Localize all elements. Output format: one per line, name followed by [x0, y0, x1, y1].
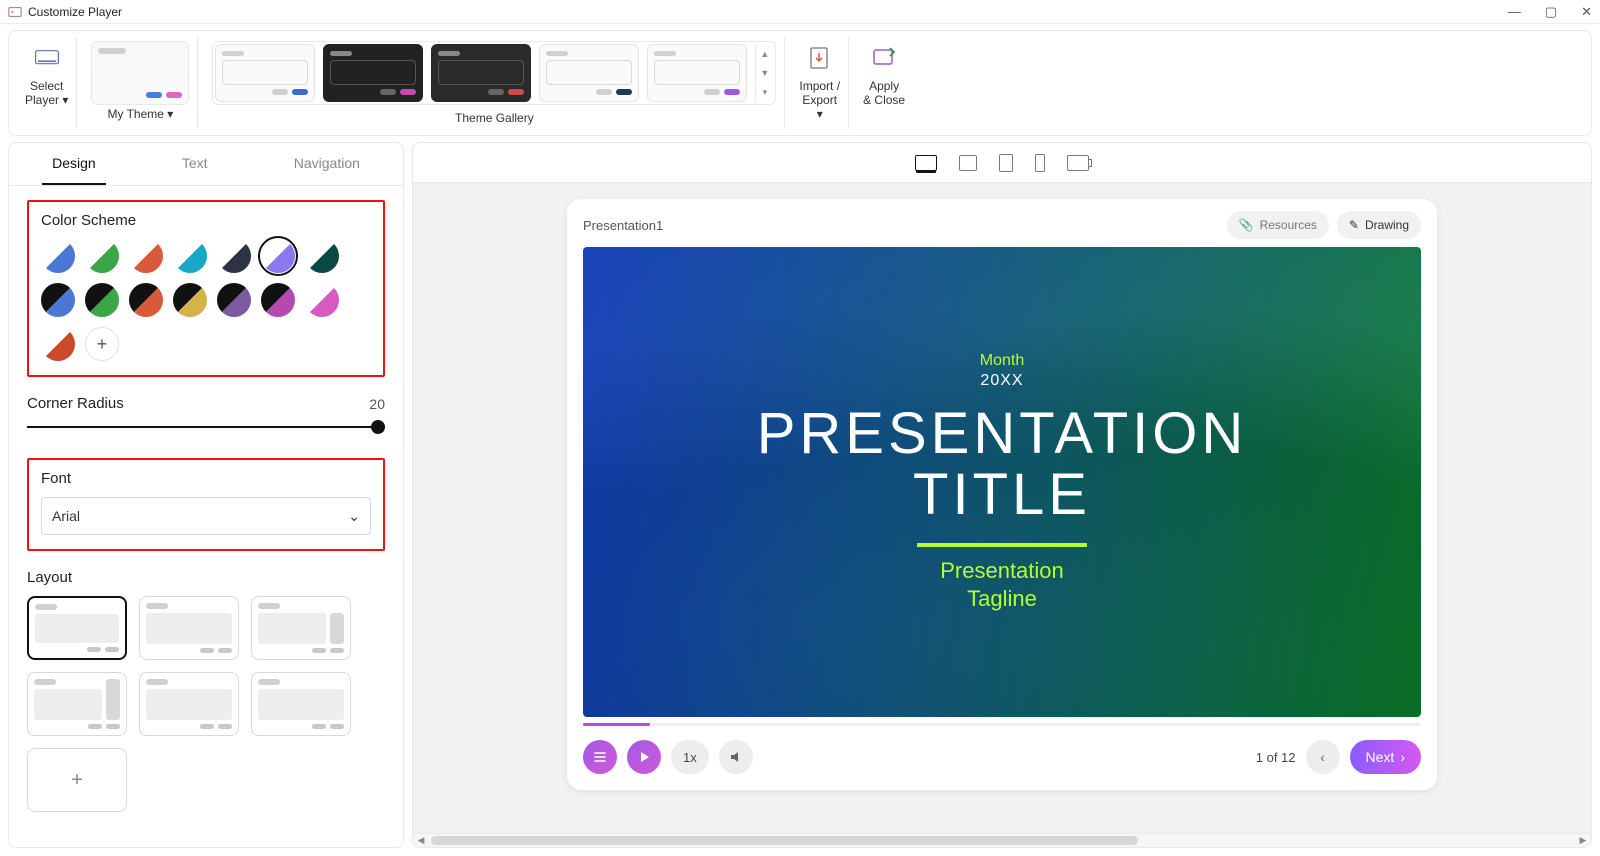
- layout-option[interactable]: [251, 596, 351, 660]
- slide-year: 20XX: [980, 372, 1023, 390]
- pencil-icon: ✎: [1349, 218, 1359, 232]
- add-swatch-button[interactable]: +: [85, 327, 119, 361]
- preview-hscrollbar[interactable]: ◀ ▶: [413, 833, 1591, 847]
- player-icon: [30, 41, 64, 75]
- drawing-button[interactable]: ✎ Drawing: [1337, 211, 1421, 239]
- theme-thumb[interactable]: [215, 44, 315, 102]
- layout-label: Layout: [27, 569, 385, 586]
- theme-gallery: ▲ ▼ ▾ Theme Gallery: [204, 37, 785, 129]
- layout-option[interactable]: [27, 596, 127, 660]
- font-section: Font Arial ⌄: [27, 458, 385, 551]
- corner-radius-label: Corner Radius: [27, 395, 124, 412]
- color-swatch[interactable]: [173, 239, 207, 273]
- speed-button[interactable]: 1x: [671, 740, 709, 774]
- project-title: Presentation1: [583, 218, 663, 233]
- tab-text[interactable]: Text: [172, 143, 218, 185]
- font-label: Font: [41, 470, 371, 487]
- color-swatch[interactable]: [41, 239, 75, 273]
- layout-option[interactable]: [139, 596, 239, 660]
- gallery-scroll-down[interactable]: ▼: [756, 63, 773, 82]
- color-scheme-title: Color Scheme: [41, 212, 371, 229]
- next-button[interactable]: Next›: [1350, 740, 1421, 774]
- gallery-scroll-up[interactable]: ▲: [756, 44, 773, 63]
- device-tablet-portrait[interactable]: [999, 154, 1013, 172]
- import-export-button[interactable]: Import /Export▾: [791, 37, 849, 129]
- color-swatch[interactable]: [85, 283, 119, 317]
- player-preview: Presentation1 📎 Resources ✎ Drawing Mont…: [567, 199, 1437, 790]
- device-tablet-landscape[interactable]: [959, 155, 977, 171]
- chevron-right-icon: ›: [1400, 749, 1405, 765]
- titlebar: Customize Player — ▢ ✕: [0, 0, 1600, 24]
- chevron-down-icon: ⌄: [348, 508, 360, 525]
- tab-design[interactable]: Design: [42, 143, 106, 185]
- page-counter: 1 of 12: [1256, 750, 1296, 765]
- color-swatch[interactable]: [41, 327, 75, 361]
- color-swatch[interactable]: [129, 283, 163, 317]
- color-swatch[interactable]: [217, 239, 251, 273]
- layout-option[interactable]: [139, 672, 239, 736]
- close-button[interactable]: ✕: [1581, 5, 1592, 18]
- gallery-expand[interactable]: ▾: [756, 83, 773, 102]
- layout-option[interactable]: [27, 672, 127, 736]
- slide-month: Month: [980, 352, 1024, 370]
- layout-option[interactable]: [251, 672, 351, 736]
- color-swatch[interactable]: [85, 239, 119, 273]
- device-phone[interactable]: [1035, 154, 1045, 172]
- slide-preview: Month 20XX PRESENTATIONTITLE Presentatio…: [583, 247, 1421, 717]
- device-desktop[interactable]: [915, 155, 937, 171]
- color-swatch[interactable]: [173, 283, 207, 317]
- preview-panel: Presentation1 📎 Resources ✎ Drawing Mont…: [412, 142, 1592, 848]
- prev-button[interactable]: ‹: [1306, 740, 1340, 774]
- panel-tabs: Design Text Navigation: [9, 143, 403, 186]
- slide-title: PRESENTATIONTITLE: [757, 404, 1248, 526]
- layout-add[interactable]: +: [27, 748, 127, 812]
- theme-thumb[interactable]: [539, 44, 639, 102]
- gallery-label: Theme Gallery: [455, 111, 534, 125]
- select-player-button[interactable]: SelectPlayer ▾: [17, 37, 77, 129]
- slide-tagline: PresentationTagline: [940, 557, 1064, 612]
- corner-radius-slider[interactable]: [27, 418, 385, 436]
- font-select[interactable]: Arial ⌄: [41, 497, 371, 535]
- theme-thumb[interactable]: [323, 44, 423, 102]
- color-scheme-section: Color Scheme +: [27, 200, 385, 377]
- apply-close-icon: [867, 41, 901, 75]
- app-icon: [8, 5, 22, 19]
- my-theme-button[interactable]: My Theme ▾: [83, 37, 198, 129]
- device-bar: [413, 143, 1591, 183]
- menu-button[interactable]: [583, 740, 617, 774]
- theme-thumb[interactable]: [647, 44, 747, 102]
- scroll-right[interactable]: ▶: [1575, 834, 1591, 847]
- device-wide[interactable]: [1067, 155, 1089, 171]
- import-export-icon: [803, 41, 837, 75]
- play-button[interactable]: [627, 740, 661, 774]
- my-theme-thumb: [91, 41, 189, 105]
- paperclip-icon: 📎: [1239, 218, 1254, 232]
- window-title: Customize Player: [28, 5, 122, 19]
- resources-button[interactable]: 📎 Resources: [1227, 211, 1329, 239]
- corner-radius-value: 20: [369, 396, 385, 412]
- color-swatch[interactable]: [129, 239, 163, 273]
- ribbon: SelectPlayer ▾ My Theme ▾ ▲: [0, 24, 1600, 142]
- volume-button[interactable]: [719, 740, 753, 774]
- maximize-button[interactable]: ▢: [1545, 5, 1557, 18]
- font-value: Arial: [52, 508, 80, 524]
- scroll-left[interactable]: ◀: [413, 834, 429, 847]
- apply-close-button[interactable]: Apply& Close: [855, 37, 913, 129]
- color-swatch[interactable]: [305, 239, 339, 273]
- color-swatch[interactable]: [261, 283, 295, 317]
- design-panel: Design Text Navigation Color Scheme + Co…: [8, 142, 404, 848]
- theme-thumb[interactable]: [431, 44, 531, 102]
- tab-navigation[interactable]: Navigation: [284, 143, 370, 185]
- layout-grid: +: [27, 596, 385, 812]
- minimize-button[interactable]: —: [1508, 5, 1521, 18]
- slide-divider: [917, 543, 1087, 547]
- color-swatch[interactable]: [305, 283, 339, 317]
- color-swatch[interactable]: [261, 239, 295, 273]
- color-swatch[interactable]: [217, 283, 251, 317]
- color-swatch[interactable]: [41, 283, 75, 317]
